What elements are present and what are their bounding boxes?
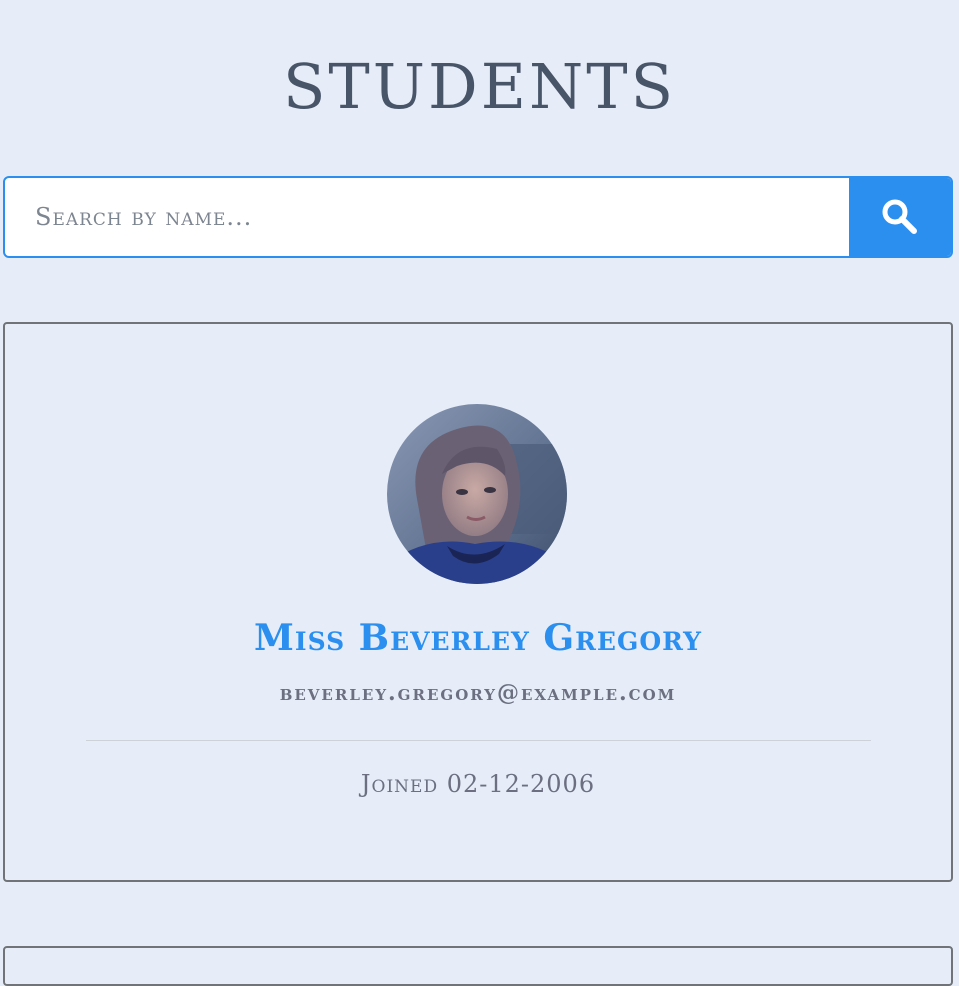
search-bar (3, 176, 953, 258)
avatar (387, 404, 567, 584)
student-name: Miss Beverley Gregory (254, 617, 702, 659)
page-title: STUDENTS (282, 50, 677, 123)
search-input[interactable] (5, 178, 849, 256)
student-email: beverley.gregory@example.com (279, 680, 677, 706)
student-card: Miss Beverley Gregory beverley.gregory@e… (3, 322, 953, 882)
search-button[interactable] (849, 178, 951, 256)
search-icon (882, 199, 917, 234)
student-card (3, 946, 953, 986)
card-divider (86, 740, 871, 741)
student-joined-date: Joined 02-12-2006 (360, 770, 596, 798)
